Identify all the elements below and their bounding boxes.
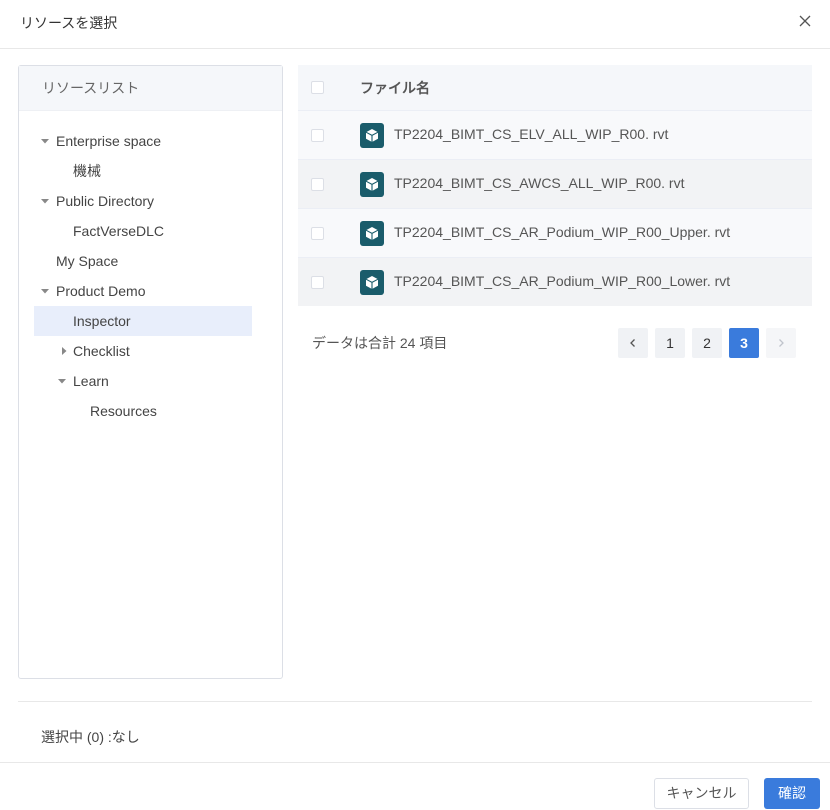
tree-node-label: My Space [56, 253, 119, 269]
file-name: TP2204_BIMT_CS_AR_Podium_WIP_R00_Lower. … [394, 273, 731, 289]
tree-node-label: 機械 [73, 163, 101, 179]
tree-node-label: FactVerseDLC [73, 223, 165, 239]
resource-list-header: リソースリスト [19, 66, 282, 111]
tree-node-product-demo[interactable]: Product Demo [19, 276, 282, 306]
cancel-button[interactable]: キャンセル [654, 778, 749, 809]
dialog-footer: キャンセル 確認 [0, 762, 830, 810]
model-file-icon [360, 221, 384, 246]
selection-status: 選択中 (0) :なし [41, 729, 140, 745]
dialog-header: リソースを選択 [0, 0, 830, 49]
tree-node-enterprise-space[interactable]: Enterprise space [19, 126, 282, 156]
file-name: TP2204_BIMT_CS_ELV_ALL_WIP_R00. rvt [394, 126, 669, 142]
table-header: ファイル名 [298, 65, 812, 110]
next-page-button[interactable] [766, 328, 796, 358]
tree-node-learn[interactable]: Learn [19, 366, 282, 396]
close-icon[interactable] [796, 12, 814, 30]
caret-down-icon[interactable] [41, 276, 51, 306]
tree-node-label: Learn [73, 373, 109, 389]
tree-node-label: Inspector [73, 313, 131, 329]
model-file-icon [360, 270, 384, 295]
tree-node-factversedlc[interactable]: FactVerseDLC [19, 216, 282, 246]
table-row[interactable]: TP2204_BIMT_CS_AR_Podium_WIP_R00_Upper. … [298, 208, 812, 257]
tree-node-label: Checklist [73, 343, 130, 359]
tree-node-label: Product Demo [56, 283, 146, 299]
page-2-button[interactable]: 2 [692, 328, 722, 358]
page-3-button[interactable]: 3 [729, 328, 759, 358]
total-count: データは合計 24 項目 [312, 335, 448, 351]
file-list-panel: ファイル名 TP2204_BIMT_CS_ELV_ALL_WIP_R00. rv… [298, 65, 812, 378]
table-row[interactable]: TP2204_BIMT_CS_AR_Podium_WIP_R00_Lower. … [298, 257, 812, 306]
tree-node-machinery[interactable]: 機械 [19, 156, 282, 186]
model-file-icon [360, 172, 384, 197]
resource-tree-panel: リソースリスト Enterprise space 機械 Public Direc… [18, 65, 283, 679]
tree-node-inspector[interactable]: Inspector [34, 306, 252, 336]
tree-node-label: Resources [90, 403, 157, 419]
row-checkbox[interactable] [311, 276, 324, 289]
select-all-checkbox[interactable] [311, 81, 324, 94]
confirm-button[interactable]: 確認 [764, 778, 820, 809]
prev-page-button[interactable] [618, 328, 648, 358]
resource-tree: Enterprise space 機械 Public Directory Fac… [19, 111, 282, 426]
tree-node-label: Public Directory [56, 193, 155, 209]
tree-node-checklist[interactable]: Checklist [19, 336, 282, 366]
divider [18, 701, 812, 702]
table-row[interactable]: TP2204_BIMT_CS_ELV_ALL_WIP_R00. rvt [298, 110, 812, 159]
chevron-left-icon [630, 339, 635, 347]
file-rows: TP2204_BIMT_CS_ELV_ALL_WIP_R00. rvt TP22… [298, 110, 812, 306]
caret-down-icon[interactable] [58, 366, 68, 396]
dialog-title: リソースを選択 [20, 15, 118, 31]
tree-node-public-directory[interactable]: Public Directory [19, 186, 282, 216]
chevron-right-icon [779, 339, 784, 347]
row-checkbox[interactable] [311, 178, 324, 191]
tree-node-resources[interactable]: Resources [19, 396, 282, 426]
pagination-bar: データは合計 24 項目 1 2 3 [298, 306, 812, 378]
row-checkbox[interactable] [311, 227, 324, 240]
page-1-button[interactable]: 1 [655, 328, 685, 358]
caret-right-icon[interactable] [60, 336, 70, 366]
row-checkbox[interactable] [311, 129, 324, 142]
caret-down-icon[interactable] [41, 186, 51, 216]
caret-down-icon[interactable] [41, 126, 51, 156]
model-file-icon [360, 123, 384, 148]
tree-node-label: Enterprise space [56, 133, 162, 149]
file-name: TP2204_BIMT_CS_AR_Podium_WIP_R00_Upper. … [394, 224, 731, 240]
pager: 1 2 3 [618, 328, 796, 358]
file-name: TP2204_BIMT_CS_AWCS_ALL_WIP_R00. rvt [394, 175, 685, 191]
column-header-filename: ファイル名 [360, 80, 430, 96]
table-row[interactable]: TP2204_BIMT_CS_AWCS_ALL_WIP_R00. rvt [298, 159, 812, 208]
tree-node-my-space[interactable]: My Space [19, 246, 282, 276]
